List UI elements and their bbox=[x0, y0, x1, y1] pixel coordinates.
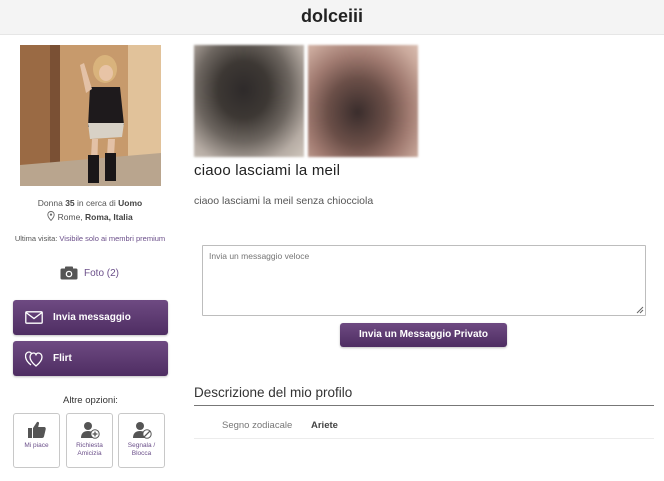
zodiac-value: Ariete bbox=[311, 420, 338, 431]
flirt-label: Flirt bbox=[53, 353, 72, 364]
friend-request-label: Richiesta Amicizia bbox=[76, 442, 103, 458]
resize-grip-icon[interactable] bbox=[635, 305, 644, 314]
last-visit: Ultima visita: Visibile solo ai membri p… bbox=[10, 234, 170, 245]
profile-headline: ciaoo lasciami la meil bbox=[194, 162, 341, 179]
profile-summary: Donna 35 in cerca di Uomo bbox=[10, 198, 170, 208]
send-private-message-button[interactable]: Invia un Messaggio Privato bbox=[340, 323, 507, 347]
seeking-value: Uomo bbox=[118, 198, 143, 208]
add-user-icon bbox=[80, 422, 100, 439]
report-block-label: Segnala / Blocca bbox=[127, 442, 156, 458]
row-divider bbox=[194, 438, 654, 439]
send-message-button[interactable]: Invia messaggio bbox=[13, 300, 168, 335]
send-message-label: Invia messaggio bbox=[53, 312, 131, 323]
age-value: 35 bbox=[65, 198, 75, 208]
profile-description-title: Descrizione del mio profilo bbox=[194, 385, 353, 400]
gallery-photo-2[interactable] bbox=[308, 45, 418, 157]
section-divider bbox=[194, 405, 654, 406]
profile-main-photo[interactable] bbox=[20, 45, 161, 186]
gallery-photo-1[interactable] bbox=[194, 45, 304, 157]
profile-username: dolceiii bbox=[300, 6, 363, 26]
gender-label: Donna bbox=[37, 198, 66, 208]
profile-about-text: ciaoo lasciami la meil senza chiocciola bbox=[194, 195, 374, 207]
map-pin-icon bbox=[47, 211, 55, 222]
quick-message-input[interactable] bbox=[202, 245, 646, 316]
last-visit-label: Ultima visita: bbox=[14, 234, 60, 243]
thumbs-up-icon bbox=[27, 421, 46, 438]
hearts-icon bbox=[25, 350, 43, 367]
camera-icon bbox=[60, 266, 78, 280]
last-visit-value[interactable]: Visibile solo ai membri premium bbox=[59, 234, 165, 243]
envelope-icon bbox=[25, 311, 43, 324]
location-region: Roma, bbox=[85, 212, 114, 222]
location-country: Italia bbox=[113, 212, 133, 222]
zodiac-label: Segno zodiacale bbox=[222, 420, 293, 431]
user-block-icon bbox=[132, 422, 152, 439]
profile-location: Rome, Roma, Italia bbox=[10, 211, 170, 222]
photos-link[interactable]: Foto (2) bbox=[60, 266, 119, 280]
profile-photo-image bbox=[20, 45, 161, 186]
more-options-label: Altre opzioni: bbox=[63, 395, 118, 406]
like-button[interactable]: Mi piace bbox=[13, 413, 60, 468]
report-block-button[interactable]: Segnala / Blocca bbox=[118, 413, 165, 468]
location-city: Rome, bbox=[57, 212, 86, 222]
photos-count-label: Foto (2) bbox=[84, 267, 120, 279]
like-label: Mi piace bbox=[24, 442, 49, 449]
friend-request-button[interactable]: Richiesta Amicizia bbox=[66, 413, 113, 468]
seeking-label: in cerca di bbox=[74, 198, 119, 208]
flirt-button[interactable]: Flirt bbox=[13, 341, 168, 376]
